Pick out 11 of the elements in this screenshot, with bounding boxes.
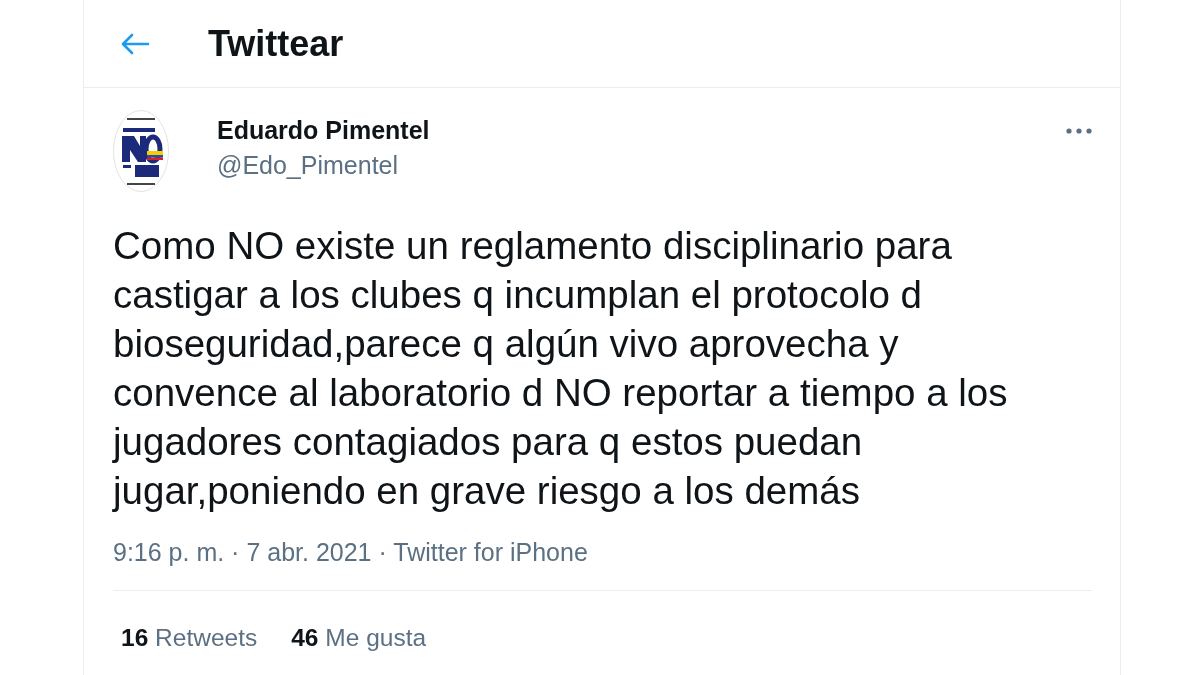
stat-link[interactable]: 46 Me gusta bbox=[291, 623, 427, 653]
tweet-text: Como NO existe un reglamento disciplinario para castigar a los clubes q incumplan el protocolo d bioseguridad,parece q algún vivo aprovecha y convence al laboratorio d NO reportar a tiempo a los jugadores contagiados para q estos puedan jugar,poniendo en grave riesgo a los demás bbox=[113, 223, 1009, 514]
tweet-timestamp: 9:16 p. m. · 7 abr. 2021 · Twitter for iPhone bbox=[113, 537, 589, 567]
back-button[interactable] bbox=[120, 32, 150, 55]
more-dots-icon bbox=[1066, 128, 1092, 134]
page-title: Twittear bbox=[208, 22, 344, 65]
back-arrow-icon bbox=[120, 32, 150, 55]
avatar-logo[interactable] bbox=[113, 110, 169, 192]
author-name[interactable]: Eduardo Pimentel bbox=[217, 115, 430, 145]
author-handle[interactable]: @Edo_Pimentel bbox=[217, 150, 399, 180]
stat-link[interactable]: 16 Retweets bbox=[121, 623, 258, 653]
